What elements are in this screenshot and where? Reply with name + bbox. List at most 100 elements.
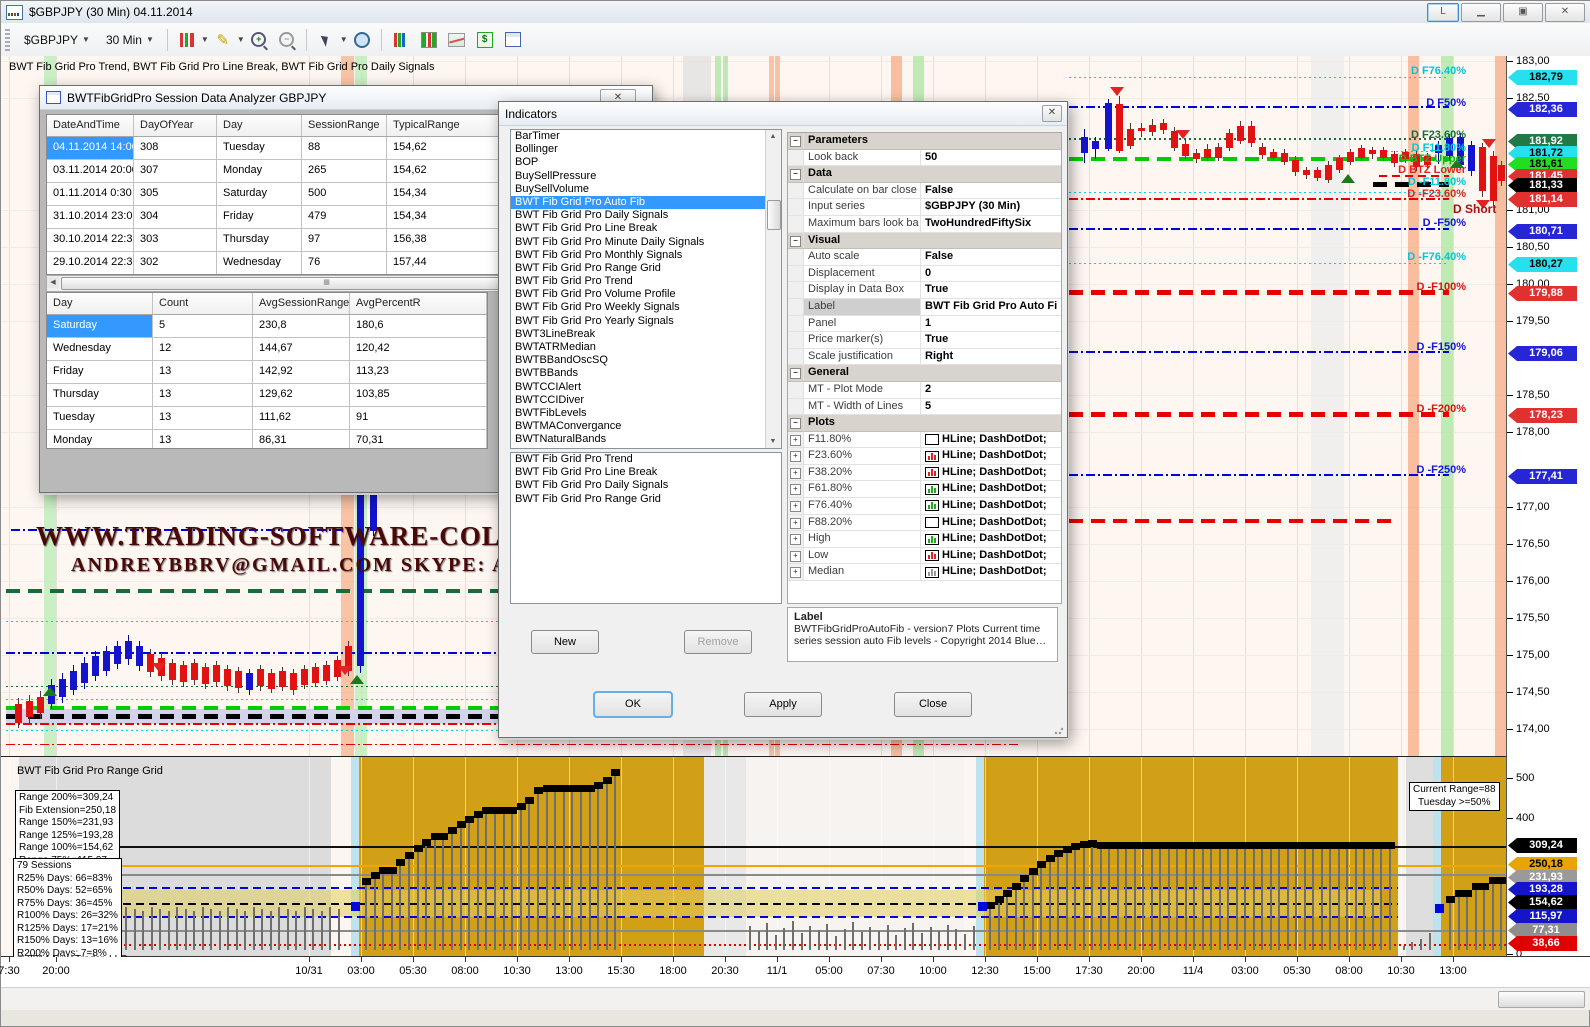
property-row[interactable]: +F61.80%HLine; DashDotDot; xyxy=(788,481,1061,498)
table-cell[interactable]: 180,6 xyxy=(350,315,487,337)
scrollbar-thumb[interactable] xyxy=(1498,991,1585,1008)
chart-trader-button[interactable] xyxy=(417,28,441,52)
expand-icon[interactable]: + xyxy=(790,551,801,562)
property-value[interactable]: HLine; DashDotDot; xyxy=(921,432,1061,448)
available-indicators-list[interactable]: ▲ ▼ BarTimerBollingerBOPBuySellPressureB… xyxy=(510,129,782,449)
property-row[interactable]: MT - Width of Lines5 xyxy=(788,399,1061,416)
chart-style-button[interactable] xyxy=(175,28,199,52)
collapse-icon[interactable]: − xyxy=(790,236,801,247)
table-cell[interactable]: Wednesday xyxy=(47,338,153,360)
property-row[interactable]: Displacement0 xyxy=(788,266,1061,283)
table-row[interactable]: Friday13142,92113,23 xyxy=(47,361,487,384)
close-button[interactable]: ✕ xyxy=(1545,3,1585,22)
drawing-tools-button[interactable]: ✎ xyxy=(211,28,235,52)
table-cell[interactable]: 302 xyxy=(134,252,217,274)
property-value[interactable]: False xyxy=(921,183,1061,199)
close-icon[interactable]: ✕ xyxy=(1042,105,1062,122)
property-value[interactable]: HLine; DashDotDot; xyxy=(921,564,1061,580)
link-button[interactable]: L xyxy=(1427,3,1459,22)
property-value[interactable]: HLine; DashDotDot; xyxy=(921,548,1061,564)
zoom-out-button[interactable]: − xyxy=(275,28,299,52)
interval-selector[interactable]: 30 Min▼ xyxy=(98,29,162,51)
property-row[interactable]: +MedianHLine; DashDotDot; xyxy=(788,564,1061,581)
column-header[interactable]: AvgPercentR xyxy=(350,293,487,314)
list-scrollbar[interactable]: ▲ ▼ xyxy=(765,130,781,448)
property-value[interactable]: BWT Fib Grid Pro Auto Fi xyxy=(921,299,1061,315)
property-row[interactable]: Maximum bars look baTwoHundredFiftySix xyxy=(788,216,1061,233)
indicator-list-item[interactable]: BWTMAConvergance xyxy=(511,420,765,433)
range-grid-panel[interactable]: BWT Fib Grid Pro Range Grid Range 200%=3… xyxy=(1,756,1507,957)
indicators-dialog[interactable]: Indicators ✕ ▲ ▼ BarTimerBollingerBOPBuy… xyxy=(498,101,1068,738)
properties-button[interactable] xyxy=(501,28,525,52)
indicator-list-item[interactable]: BWT Fib Grid Pro Line Break xyxy=(511,222,765,235)
column-header[interactable]: AvgSessionRange xyxy=(253,293,350,314)
expand-icon[interactable]: + xyxy=(790,567,801,578)
property-category-row[interactable]: −Data xyxy=(788,166,1061,183)
resize-grip[interactable] xyxy=(1054,725,1064,735)
indicator-panel-button[interactable] xyxy=(389,28,413,52)
column-header[interactable]: DateAndTime xyxy=(47,115,134,136)
collapse-icon[interactable]: − xyxy=(790,136,801,147)
indicator-list-item[interactable]: BWTATRMedian xyxy=(511,341,765,354)
property-row[interactable]: +F88.20%HLine; DashDotDot; xyxy=(788,515,1061,532)
table-cell[interactable]: 86,31 xyxy=(253,430,350,449)
table-cell[interactable]: 13 xyxy=(153,430,253,449)
apply-button[interactable]: Apply xyxy=(744,692,822,717)
indicator-list-item[interactable]: BWT Fib Grid Pro Range Grid xyxy=(511,262,765,275)
expand-icon[interactable]: + xyxy=(790,468,801,479)
property-value[interactable]: 2 xyxy=(921,382,1061,398)
property-row[interactable]: LabelBWT Fib Grid Pro Auto Fi xyxy=(788,299,1061,316)
table-cell[interactable]: 129,62 xyxy=(253,384,350,406)
table-cell[interactable]: Tuesday xyxy=(217,137,302,159)
table-cell[interactable]: 30.10.2014 22:30 xyxy=(47,229,134,251)
table-cell[interactable]: 142,92 xyxy=(253,361,350,383)
ok-button[interactable]: OK xyxy=(594,692,672,717)
table-cell[interactable]: Thursday xyxy=(47,384,153,406)
indicator-list-item[interactable]: BWT Fib Grid Pro Daily Signals xyxy=(511,209,765,222)
expand-icon[interactable]: + xyxy=(790,501,801,512)
indicator-list-item[interactable]: BWT Fib Grid Pro Weekly Signals xyxy=(511,301,765,314)
property-value[interactable]: False xyxy=(921,249,1061,265)
day-stats-table[interactable]: DayCountAvgSessionRangeAvgPercentRSaturd… xyxy=(46,292,488,449)
table-cell[interactable]: 13 xyxy=(153,384,253,406)
indicator-list-item[interactable]: BuySellPressure xyxy=(511,170,765,183)
property-row[interactable]: Price marker(s)True xyxy=(788,332,1061,349)
table-cell[interactable]: 305 xyxy=(134,183,217,205)
property-row[interactable]: +F38.20%HLine; DashDotDot; xyxy=(788,465,1061,482)
table-cell[interactable]: 04.11.2014 14:00 xyxy=(47,137,134,159)
property-category-row[interactable]: −General xyxy=(788,365,1061,382)
property-row[interactable]: +F76.40%HLine; DashDotDot; xyxy=(788,498,1061,515)
chevron-down-icon[interactable]: ▼ xyxy=(340,35,348,44)
table-cell[interactable]: 230,8 xyxy=(253,315,350,337)
expand-icon[interactable]: + xyxy=(790,518,801,529)
property-value[interactable]: TwoHundredFiftySix xyxy=(921,216,1061,232)
table-row[interactable]: Saturday5230,8180,6 xyxy=(47,315,487,338)
scrollbar-thumb[interactable] xyxy=(767,200,781,230)
table-cell[interactable]: 113,23 xyxy=(350,361,487,383)
table-cell[interactable]: 308 xyxy=(134,137,217,159)
remove-button[interactable]: Remove xyxy=(684,630,752,654)
indicator-list-item[interactable]: BWT Fib Grid Pro Minute Daily Signals xyxy=(511,236,765,249)
collapse-icon[interactable]: − xyxy=(790,418,801,429)
indicator-list-item[interactable]: BWT Fib Grid Pro Trend xyxy=(511,275,765,288)
time-axis[interactable]: 7:3020:0010/3103:0005:3008:0010:3013:001… xyxy=(1,956,1590,987)
scroll-up-icon[interactable]: ▲ xyxy=(766,130,780,143)
indicator-list-item[interactable]: Bollinger xyxy=(511,143,765,156)
collapse-icon[interactable]: − xyxy=(790,368,801,379)
indicator-list-item[interactable]: BWTBBandOscSQ xyxy=(511,354,765,367)
table-cell[interactable]: 01.11.2014 0:30 xyxy=(47,183,134,205)
property-value[interactable]: HLine; DashDotDot; xyxy=(921,498,1061,514)
expand-icon[interactable]: + xyxy=(790,534,801,545)
table-cell[interactable]: 13 xyxy=(153,407,253,429)
indicator-list-item[interactable]: BuySellVolume xyxy=(511,183,765,196)
property-value[interactable]: HLine; DashDotDot; xyxy=(921,448,1061,464)
table-cell[interactable]: 307 xyxy=(134,160,217,182)
property-row[interactable]: Panel1 xyxy=(788,316,1061,333)
property-value[interactable]: 5 xyxy=(921,399,1061,415)
restore-button[interactable]: ▣ xyxy=(1503,3,1543,22)
property-value[interactable]: 1 xyxy=(921,316,1061,332)
close-button[interactable]: Close xyxy=(894,692,972,717)
table-cell[interactable]: 479 xyxy=(302,206,387,228)
table-cell[interactable]: 70,31 xyxy=(350,430,487,449)
table-cell[interactable]: Wednesday xyxy=(217,252,302,274)
